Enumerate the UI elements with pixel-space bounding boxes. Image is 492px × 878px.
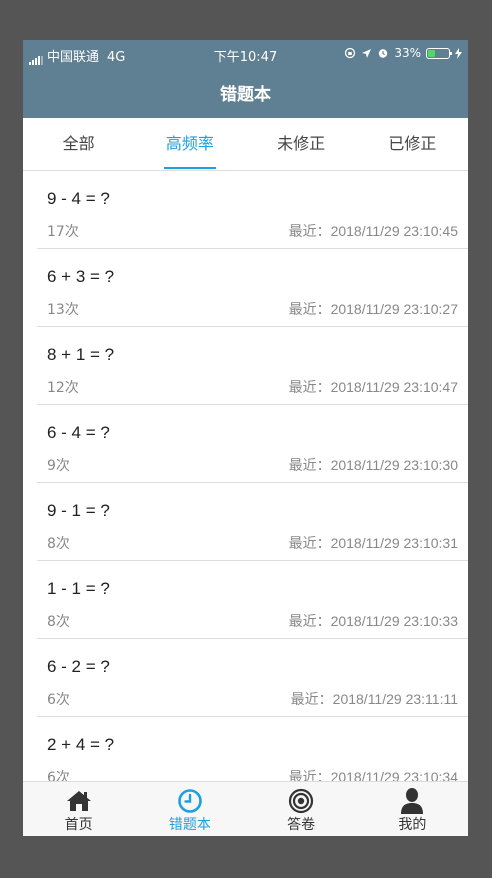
tabbar-label: 错题本 <box>168 817 211 833</box>
tab-uncorrected[interactable]: 未修正 <box>246 118 357 170</box>
battery-fill <box>428 49 436 57</box>
error-count: 6次 <box>47 770 70 782</box>
home-icon <box>23 786 134 816</box>
tab-corrected[interactable]: 已修正 <box>357 118 468 170</box>
question-text: 2 + 4 = ? <box>47 735 115 754</box>
status-bar: 中国联通 4G 下午10:47 33% <box>23 40 468 66</box>
tabbar-mistakes[interactable]: 错题本 <box>134 782 245 836</box>
tab-high-frequency[interactable]: 高频率 <box>134 118 245 170</box>
location-icon <box>362 48 372 58</box>
user-icon <box>357 786 468 816</box>
tab-label: 未修正 <box>277 134 326 153</box>
list-item[interactable]: 6 - 2 = ? 6次 最近：2018/11/29 23:11:11 <box>37 639 468 717</box>
phone-screen: 中国联通 4G 下午10:47 33% 错题本 全部 高频率 未修正 已修正 9… <box>23 40 468 836</box>
list-item[interactable]: 9 - 1 = ? 8次 最近：2018/11/29 23:10:31 <box>37 483 468 561</box>
tabbar-label: 我的 <box>398 817 427 833</box>
tab-all[interactable]: 全部 <box>23 118 134 170</box>
error-count: 8次 <box>47 536 70 552</box>
error-count: 6次 <box>47 692 70 708</box>
question-text: 6 - 2 = ? <box>47 657 110 676</box>
question-text: 6 + 3 = ? <box>47 267 115 286</box>
question-text: 9 - 1 = ? <box>47 501 110 520</box>
tab-label: 高频率 <box>165 134 214 153</box>
recent-time: 最近：2018/11/29 23:10:33 <box>288 613 458 629</box>
tabbar-home[interactable]: 首页 <box>23 782 134 836</box>
tab-label: 已修正 <box>388 134 437 153</box>
battery-icon <box>426 47 452 59</box>
mistake-list[interactable]: 9 - 4 = ? 17次 最近：2018/11/29 23:10:45 6 +… <box>23 171 468 782</box>
tabbar-label: 答卷 <box>287 817 316 833</box>
app-header: 中国联通 4G 下午10:47 33% 错题本 <box>23 40 468 118</box>
error-count: 17次 <box>47 224 79 240</box>
status-right: 33% <box>344 46 462 60</box>
tabbar-label: 首页 <box>64 817 93 833</box>
question-text: 1 - 1 = ? <box>47 579 110 598</box>
error-count: 9次 <box>47 458 70 474</box>
recent-time: 最近：2018/11/29 23:10:47 <box>288 379 458 395</box>
filter-tabs: 全部 高频率 未修正 已修正 <box>23 118 468 171</box>
tab-label: 全部 <box>62 134 95 153</box>
recent-time: 最近：2018/11/29 23:11:11 <box>290 691 458 707</box>
list-item[interactable]: 2 + 4 = ? 6次 最近：2018/11/29 23:10:34 <box>37 717 468 782</box>
alarm-icon <box>379 49 388 58</box>
recent-time: 最近：2018/11/29 23:10:45 <box>288 223 458 239</box>
clock-icon <box>134 786 245 816</box>
error-count: 8次 <box>47 614 70 630</box>
list-item[interactable]: 9 - 4 = ? 17次 最近：2018/11/29 23:10:45 <box>37 171 468 249</box>
list-item[interactable]: 1 - 1 = ? 8次 最近：2018/11/29 23:10:33 <box>37 561 468 639</box>
bottom-tab-bar: 首页 错题本 答卷 我的 <box>23 781 468 836</box>
question-text: 6 - 4 = ? <box>47 423 110 442</box>
active-tab-indicator <box>163 167 216 169</box>
recent-time: 最近：2018/11/29 23:10:31 <box>288 535 458 551</box>
list-item[interactable]: 6 - 4 = ? 9次 最近：2018/11/29 23:10:30 <box>37 405 468 483</box>
error-count: 13次 <box>47 302 79 318</box>
question-text: 8 + 1 = ? <box>47 345 115 364</box>
battery-percent: 33% <box>394 46 421 60</box>
tabbar-answers[interactable]: 答卷 <box>246 782 357 836</box>
list-item[interactable]: 6 + 3 = ? 13次 最近：2018/11/29 23:10:27 <box>37 249 468 327</box>
charging-icon <box>455 47 462 59</box>
list-item[interactable]: 8 + 1 = ? 12次 最近：2018/11/29 23:10:47 <box>37 327 468 405</box>
recent-time: 最近：2018/11/29 23:10:27 <box>288 301 458 317</box>
recent-time: 最近：2018/11/29 23:10:30 <box>288 457 458 473</box>
tabbar-profile[interactable]: 我的 <box>357 782 468 836</box>
recent-time: 最近：2018/11/29 23:10:34 <box>288 769 458 782</box>
lock-rotation-icon <box>345 47 356 59</box>
target-icon <box>246 786 357 816</box>
error-count: 12次 <box>47 380 79 396</box>
question-text: 9 - 4 = ? <box>47 189 110 208</box>
page-title: 错题本 <box>220 85 271 105</box>
